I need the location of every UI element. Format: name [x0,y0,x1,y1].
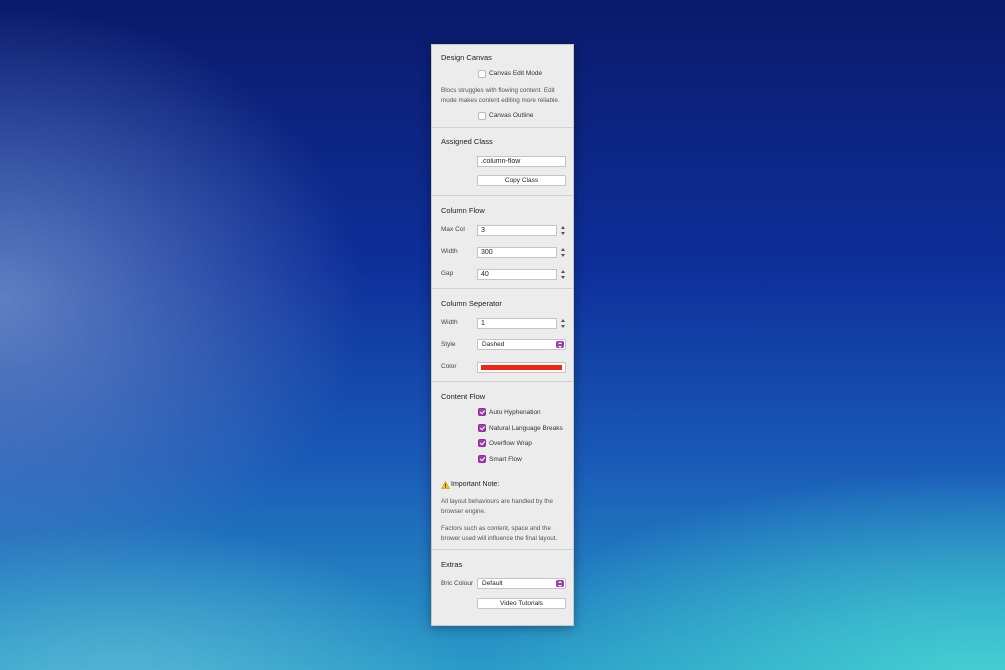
natural-language-breaks-label: Natural Language Breaks [489,425,563,432]
bric-colour-value: Default [482,580,503,587]
divider [432,127,573,128]
gap-stepper[interactable] [560,269,566,280]
divider [432,549,573,550]
gap-label: Gap [441,270,454,277]
bric-colour-select[interactable]: Default [477,578,566,589]
separator-width-stepper[interactable] [560,318,566,329]
design-canvas-description: Blocs struggles with flowing content. Ed… [441,87,560,104]
width-input[interactable]: 300 [477,247,557,258]
separator-style-label: Style [441,341,456,348]
assigned-class-title: Assigned Class [441,137,493,146]
content-flow-title: Content Flow [441,392,486,401]
bric-colour-label: Bric Colour [441,580,474,587]
chevron-up-down-icon [556,341,564,348]
extras-title: Extras [441,560,463,569]
note-text-engine: All layout behaviours are handled by the… [441,498,554,515]
column-separator-title: Column Seperator [441,299,502,308]
warning-icon [441,481,450,489]
width-stepper[interactable] [560,247,566,258]
video-tutorials-button[interactable]: Video Tutorials [477,598,566,609]
column-flow-title: Column Flow [441,206,485,215]
canvas-outline-checkbox[interactable] [478,112,486,120]
auto-hyphenation-checkbox[interactable] [478,408,486,416]
note-text-factors: Factors such as content, space and the b… [441,525,558,542]
divider [432,195,573,196]
separator-color-label: Color [441,363,457,370]
separator-style-value: Dashed [482,341,505,348]
canvas-outline-label: Canvas Outline [489,112,534,119]
smart-flow-label: Smart Flow [489,456,522,463]
canvas-edit-mode-label: Canvas Edit Mode [489,70,543,77]
design-canvas-title: Design Canvas [441,53,492,62]
divider [432,288,573,289]
separator-color-well[interactable] [477,362,566,373]
natural-language-breaks-checkbox[interactable] [478,424,486,432]
max-col-stepper[interactable] [560,225,566,236]
gap-input[interactable]: 40 [477,269,557,280]
max-col-input[interactable]: 3 [477,225,557,236]
max-col-label: Max Col [441,226,465,233]
copy-class-button[interactable]: Copy Class [477,175,566,186]
properties-panel: Design Canvas Canvas Edit Mode Blocs str… [431,44,574,626]
chevron-up-down-icon [556,580,564,587]
separator-width-input[interactable]: 1 [477,318,557,329]
canvas-edit-mode-checkbox[interactable] [478,70,486,78]
important-note-title: Important Note: [451,481,500,488]
overflow-wrap-label: Overflow Wrap [489,440,532,447]
auto-hyphenation-label: Auto Hyphenation [489,409,541,416]
smart-flow-checkbox[interactable] [478,455,486,463]
class-name-input[interactable] [477,156,566,167]
divider [432,381,573,382]
separator-color-swatch [481,365,562,370]
width-label: Width [441,248,458,255]
separator-style-select[interactable]: Dashed [477,339,566,350]
overflow-wrap-checkbox[interactable] [478,439,486,447]
separator-width-label: Width [441,319,458,326]
